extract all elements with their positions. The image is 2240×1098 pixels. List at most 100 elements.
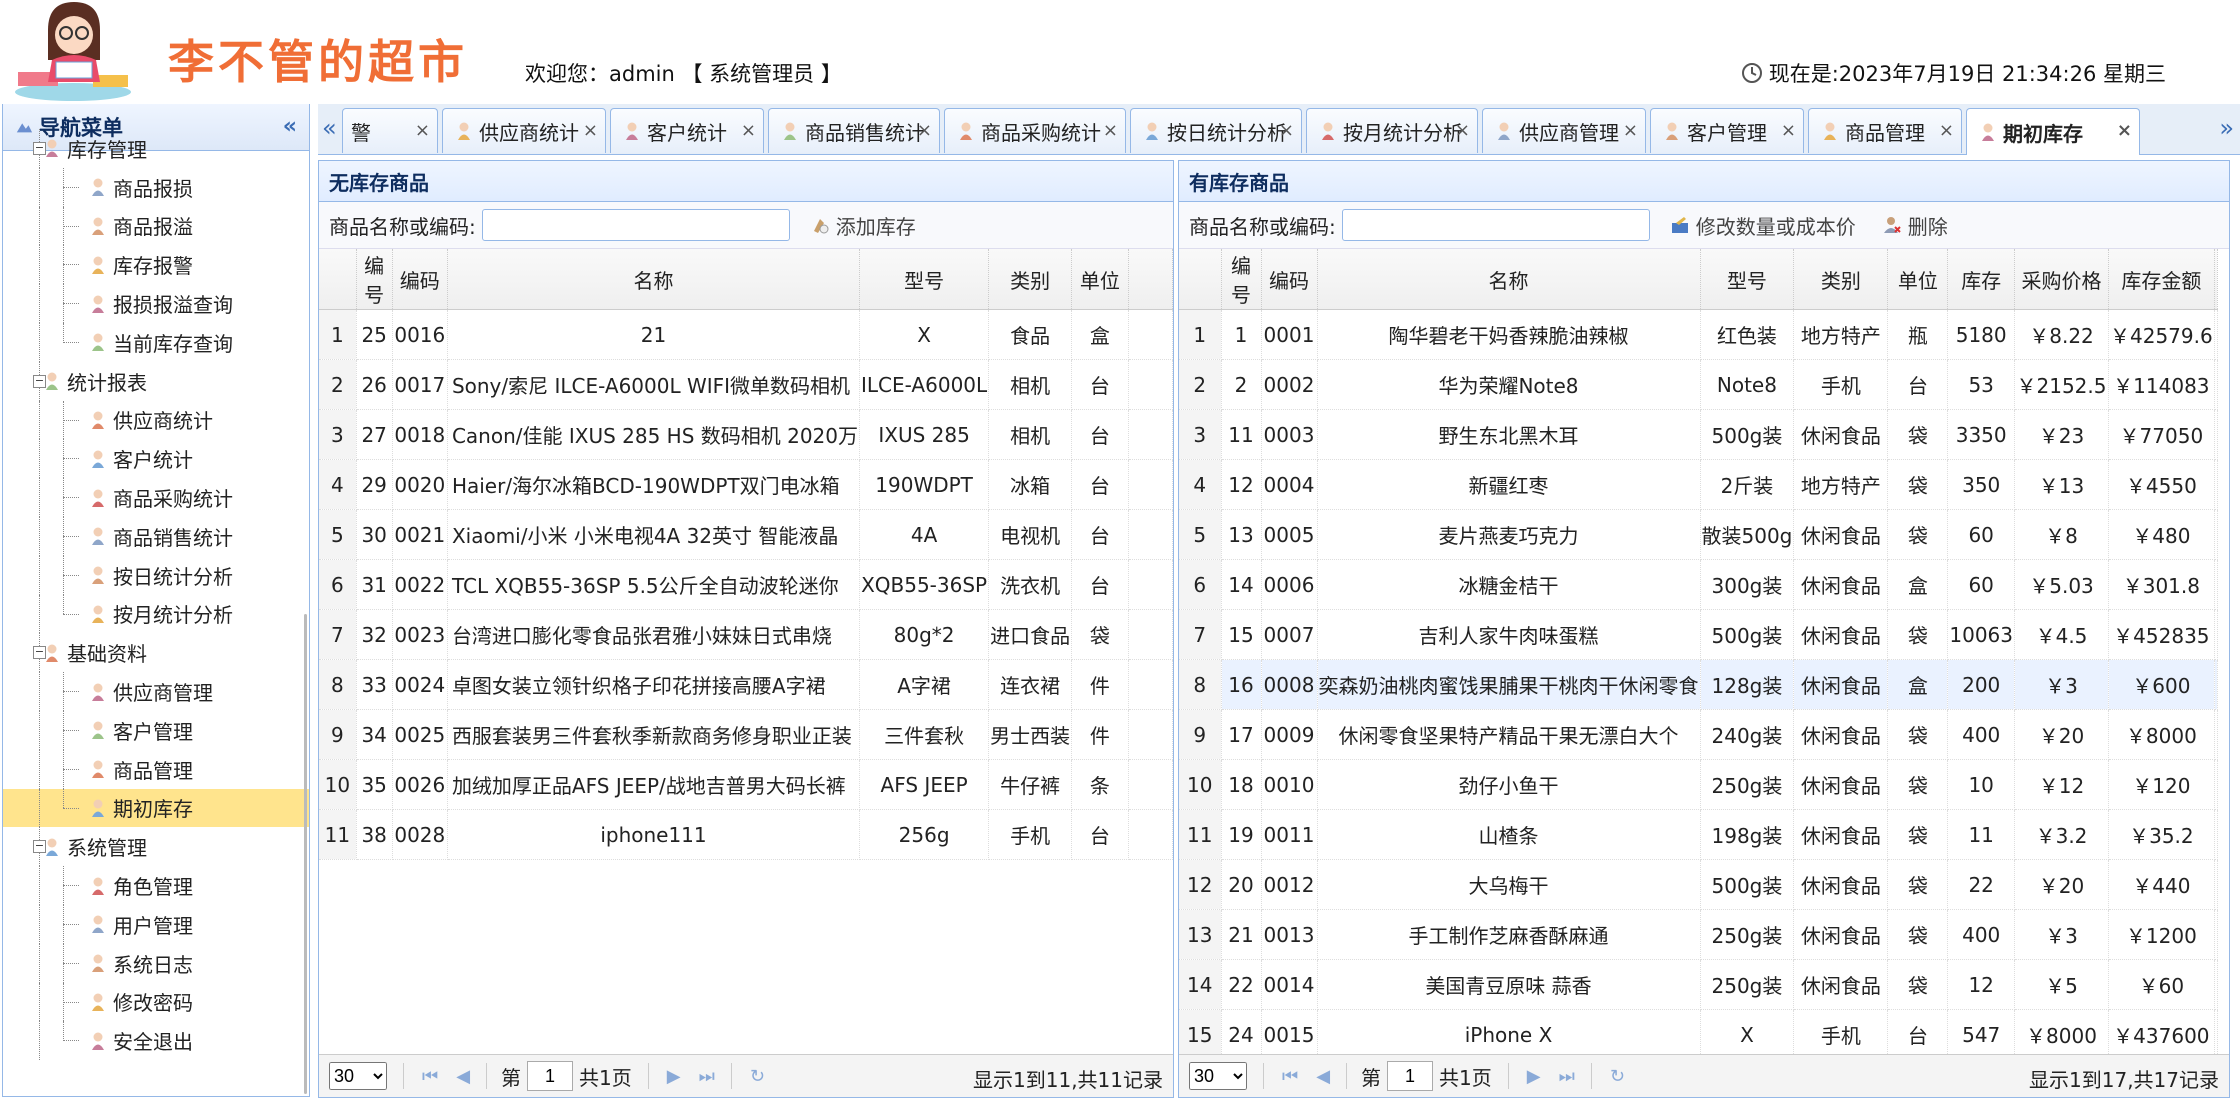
add-stock-button[interactable]: 添加库存 [810,211,916,240]
sidebar-item-0-2[interactable]: 库存报警 [3,245,309,284]
table-row[interactable]: 7150007吉利人家牛肉味蛋糕500g装休闲食品袋10063￥4.5￥4528… [1179,610,2217,660]
no-stock-col-header[interactable]: 单位 [1072,249,1128,310]
table-row[interactable]: 7320023台湾进口膨化零食品张君雅小妹妹日式串烧80g*2进口食品袋 [319,610,1173,660]
tab-close-icon[interactable]: × [1103,120,1118,141]
in-stock-page-input[interactable] [1387,1061,1433,1091]
tab-close-icon[interactable]: × [1781,120,1796,141]
tab-close-icon[interactable]: × [1279,120,1294,141]
tab-close-icon[interactable]: × [2117,120,2132,141]
table-row[interactable]: 8160008奕森奶油桃肉蜜饯果脯果干桃肉干休闲零食128g装休闲食品盒200￥… [1179,660,2217,710]
in-stock-col-header[interactable]: 名称 [1317,249,1700,310]
table-row[interactable]: 110001陶华碧老干妈香辣脆油辣椒红色装地方特产瓶5180￥8.22￥4257… [1179,310,2217,360]
next-page-button[interactable]: ▶ [667,1066,681,1087]
table-row[interactable]: 11380028iphone111256g手机台 [319,810,1173,860]
tab-scroll-left-button[interactable]: « [322,114,337,142]
in-stock-col-header[interactable]: 单位 [1888,249,1948,310]
collapse-toggle-icon[interactable]: − [33,840,46,853]
in-stock-col-header[interactable]: 类别 [1794,249,1888,310]
table-row[interactable]: 3270018Canon/佳能 IXUS 285 HS 数码相机 2020万IX… [319,410,1173,460]
table-row[interactable]: 5130005麦片燕麦巧克力散装500g休闲食品袋60￥8￥480 [1179,510,2217,560]
sidebar-item-1-1[interactable]: 客户统计 [3,439,309,478]
table-row[interactable]: 9340025西服套装男三件套秋季新款商务修身职业正装三件套秋男士西装件 [319,710,1173,760]
no-stock-search-input[interactable] [482,209,790,241]
table-row[interactable]: 15240015iPhone XX手机台547￥8000￥437600 [1179,1010,2217,1060]
table-row[interactable]: 10350026加绒加厚正品AFS JEEP/战地吉普男大码长裤AFS JEEP… [319,760,1173,810]
refresh-icon[interactable]: ↻ [750,1066,765,1087]
sidebar-group-2[interactable]: −基础资料 [3,633,309,672]
sidebar-item-2-1[interactable]: 客户管理 [3,711,309,750]
tab-scroll-right-button[interactable]: » [2219,114,2234,142]
sidebar-item-3-0[interactable]: 角色管理 [3,866,309,905]
table-row[interactable]: 4290020Haier/海尔冰箱BCD-190WDPT双门电冰箱190WDPT… [319,460,1173,510]
refresh-icon[interactable]: ↻ [1610,1066,1625,1087]
next-page-button[interactable]: ▶ [1527,1066,1541,1087]
sidebar-item-1-0[interactable]: 供应商统计 [3,401,309,440]
in-stock-page-size-select[interactable]: 30 [1189,1062,1247,1090]
in-stock-col-header[interactable]: 库存 [1948,249,2015,310]
sidebar-group-0[interactable]: −库存管理 [3,129,309,168]
table-row[interactable]: 14220014美国青豆原味 蒜香250g装休闲食品袋12￥5￥60 [1179,960,2217,1010]
in-stock-col-header[interactable]: 库存金额 [2109,249,2215,310]
tab-close-icon[interactable]: × [1623,120,1638,141]
sidebar-item-0-3[interactable]: 报损报溢查询 [3,284,309,323]
table-row[interactable]: 125001621X食品盒 [319,310,1173,360]
no-stock-col-header[interactable]: 编码 [392,249,447,310]
collapse-toggle-icon[interactable]: − [33,142,46,155]
collapse-toggle-icon[interactable]: − [33,375,46,388]
in-stock-col-header[interactable]: 采购价格 [2015,249,2109,310]
table-row[interactable]: 11190011山楂条198g装休闲食品袋11￥3.2￥35.2 [1179,810,2217,860]
tab-close-icon[interactable]: × [415,120,430,141]
in-stock-col-header[interactable]: 型号 [1700,249,1794,310]
sidebar-item-3-3[interactable]: 修改密码 [3,983,309,1022]
tab-5[interactable]: 按日统计分析× [1130,108,1302,153]
table-row[interactable]: 6140006冰糖金桔干300g装休闲食品盒60￥5.03￥301.8 [1179,560,2217,610]
sidebar-item-1-2[interactable]: 商品采购统计 [3,478,309,517]
sidebar-item-2-0[interactable]: 供应商管理 [3,672,309,711]
tab-4[interactable]: 商品采购统计× [944,108,1126,153]
table-row[interactable]: 2260017Sony/索尼 ILCE-A6000L WIFI微单数码相机ILC… [319,360,1173,410]
tab-close-icon[interactable]: × [917,120,932,141]
tab-6[interactable]: 按月统计分析× [1306,108,1478,153]
table-row[interactable]: 9170009休闲零食坚果特产精品干果无漂白大个240g装休闲食品袋400￥20… [1179,710,2217,760]
table-row[interactable]: 5300021Xiaomi/小米 小米电视4A 32英寸 智能液晶4A电视机台 [319,510,1173,560]
first-page-button[interactable]: ⏮ [1282,1066,1298,1087]
delete-button[interactable]: 删除 [1882,211,1948,240]
table-row[interactable]: 4120004新疆红枣2斤装地方特产袋350￥13￥4550 [1179,460,2217,510]
tab-9[interactable]: 商品管理× [1808,108,1962,153]
tab-0[interactable]: 警× [342,108,438,153]
tab-7[interactable]: 供应商管理× [1482,108,1646,153]
sidebar-group-1[interactable]: −统计报表 [3,362,309,401]
sidebar-item-3-4[interactable]: 安全退出 [3,1021,309,1060]
no-stock-col-header[interactable]: 编号 [356,249,392,310]
table-row[interactable]: 13210013手工制作芝麻香酥麻通250g装休闲食品袋400￥3￥1200 [1179,910,2217,960]
sidebar-item-3-1[interactable]: 用户管理 [3,905,309,944]
tab-close-icon[interactable]: × [583,120,598,141]
no-stock-col-header[interactable]: 类别 [989,249,1072,310]
prev-page-button[interactable]: ◀ [456,1066,470,1087]
table-row[interactable]: 12200012大乌梅干500g装休闲食品袋22￥20￥440 [1179,860,2217,910]
no-stock-page-input[interactable] [527,1061,573,1091]
no-stock-col-header[interactable]: 名称 [447,249,859,310]
in-stock-col-header[interactable]: 编号 [1221,249,1261,310]
tab-close-icon[interactable]: × [1455,120,1470,141]
tab-10[interactable]: 期初库存× [1966,108,2140,155]
no-stock-col-header[interactable]: 型号 [860,249,989,310]
sidebar-item-0-0[interactable]: 商品报损 [3,168,309,207]
sidebar-item-1-3[interactable]: 商品销售统计 [3,517,309,556]
table-row[interactable]: 3110003野生东北黑木耳500g装休闲食品袋3350￥23￥77050 [1179,410,2217,460]
first-page-button[interactable]: ⏮ [422,1066,438,1087]
tab-3[interactable]: 商品销售统计× [768,108,940,153]
sidebar-group-3[interactable]: −系统管理 [3,827,309,866]
last-page-button[interactable]: ⏭ [699,1066,715,1087]
sidebar-item-3-2[interactable]: 系统日志 [3,944,309,983]
sidebar-item-1-5[interactable]: 按月统计分析 [3,595,309,634]
edit-stock-button[interactable]: 修改数量或成本价 [1670,211,1856,240]
table-row[interactable]: 6310022TCL XQB55-36SP 5.5公斤全自动波轮迷你XQB55-… [319,560,1173,610]
table-row[interactable]: 8330024卓图女装立领针织格子印花拼接高腰A字裙A字裙连衣裙件 [319,660,1173,710]
prev-page-button[interactable]: ◀ [1316,1066,1330,1087]
sidebar-item-0-4[interactable]: 当前库存查询 [3,323,309,362]
tab-close-icon[interactable]: × [741,120,756,141]
sidebar-item-0-1[interactable]: 商品报溢 [3,207,309,246]
no-stock-page-size-select[interactable]: 30 [329,1062,387,1090]
tab-1[interactable]: 供应商统计× [442,108,606,153]
